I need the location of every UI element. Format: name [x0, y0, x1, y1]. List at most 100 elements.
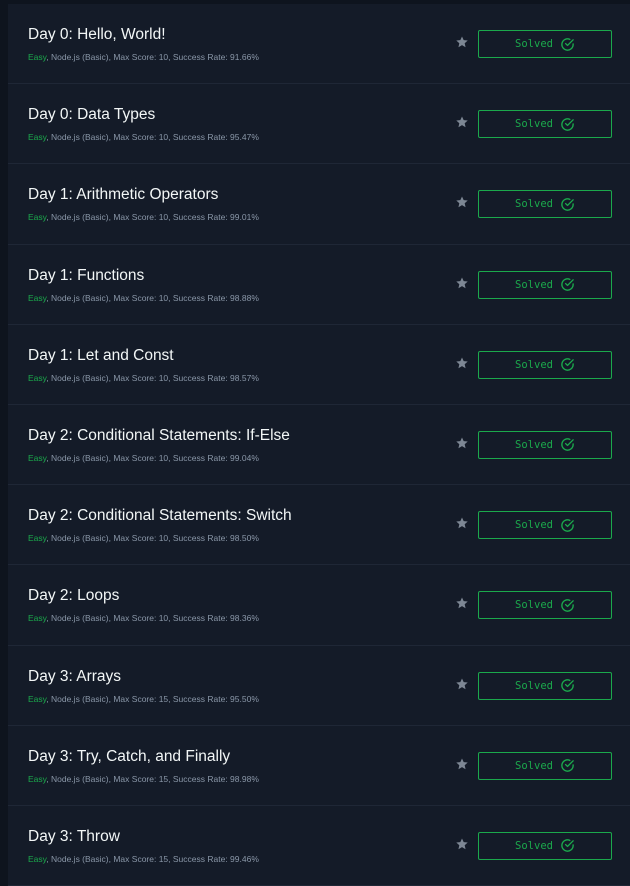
check-circle-icon	[561, 278, 574, 291]
challenge-title[interactable]: Day 1: Arithmetic Operators	[28, 186, 218, 204]
solved-button[interactable]: Solved	[478, 751, 612, 780]
challenge-title[interactable]: Day 3: Try, Catch, and Finally	[28, 748, 230, 766]
solved-button[interactable]: Solved	[478, 190, 612, 219]
challenge-list: Day 0: Hello, World! Easy, Node.js (Basi…	[8, 4, 630, 886]
solved-label: Solved	[515, 198, 553, 211]
challenge-row[interactable]: Day 3: Arrays Easy, Node.js (Basic), Max…	[8, 646, 630, 726]
challenge-meta: Easy, Node.js (Basic), Max Score: 10, Su…	[28, 453, 259, 463]
solved-button[interactable]: Solved	[478, 110, 612, 139]
star-icon[interactable]	[455, 356, 469, 370]
challenge-row[interactable]: Day 2: Loops Easy, Node.js (Basic), Max …	[8, 565, 630, 646]
difficulty-label: Easy	[28, 292, 47, 303]
challenge-row[interactable]: Day 2: Conditional Statements: Switch Ea…	[8, 485, 630, 566]
difficulty-label: Easy	[28, 853, 47, 864]
challenge-title[interactable]: Day 1: Functions	[28, 267, 144, 285]
challenge-row[interactable]: Day 1: Arithmetic Operators Easy, Node.j…	[8, 164, 630, 245]
challenge-details: , Node.js (Basic), Max Score: 15, Succes…	[46, 773, 259, 784]
solved-label: Solved	[515, 679, 553, 692]
challenge-title[interactable]: Day 3: Arrays	[28, 668, 121, 686]
star-icon[interactable]	[455, 436, 469, 450]
challenge-details: , Node.js (Basic), Max Score: 15, Succes…	[46, 853, 259, 864]
challenge-title[interactable]: Day 1: Let and Const	[28, 347, 174, 365]
star-icon[interactable]	[455, 677, 469, 691]
solved-label: Solved	[515, 599, 553, 612]
solved-label: Solved	[515, 38, 553, 50]
solved-label: Solved	[515, 118, 553, 131]
challenge-meta: Easy, Node.js (Basic), Max Score: 10, Su…	[28, 212, 259, 222]
challenge-details: , Node.js (Basic), Max Score: 10, Succes…	[46, 132, 259, 143]
challenge-row[interactable]: Day 1: Functions Easy, Node.js (Basic), …	[8, 245, 630, 325]
check-circle-icon	[561, 358, 574, 372]
challenge-row[interactable]: Day 3: Throw Easy, Node.js (Basic), Max …	[8, 806, 630, 886]
solved-button[interactable]: Solved	[478, 511, 612, 540]
star-icon[interactable]	[455, 195, 469, 209]
challenge-meta: Easy, Node.js (Basic), Max Score: 10, Su…	[28, 533, 259, 543]
challenge-title[interactable]: Day 3: Throw	[28, 828, 120, 846]
check-circle-icon	[561, 438, 574, 452]
check-circle-icon	[561, 37, 574, 51]
solved-button[interactable]: Solved	[478, 591, 612, 620]
challenge-meta: Easy, Node.js (Basic), Max Score: 15, Su…	[28, 854, 259, 864]
challenge-meta: Easy, Node.js (Basic), Max Score: 15, Su…	[28, 694, 259, 704]
challenge-details: , Node.js (Basic), Max Score: 10, Succes…	[46, 52, 259, 62]
challenge-title[interactable]: Day 0: Data Types	[28, 106, 155, 124]
star-icon[interactable]	[455, 757, 469, 771]
challenge-details: , Node.js (Basic), Max Score: 10, Succes…	[46, 212, 259, 223]
challenge-title[interactable]: Day 2: Conditional Statements: Switch	[28, 507, 292, 525]
challenge-details: , Node.js (Basic), Max Score: 15, Succes…	[46, 693, 259, 704]
solved-button[interactable]: Solved	[478, 270, 612, 299]
difficulty-label: Easy	[28, 452, 47, 463]
challenge-meta: Easy, Node.js (Basic), Max Score: 10, Su…	[28, 373, 259, 383]
solved-label: Solved	[515, 358, 553, 371]
solved-label: Solved	[515, 759, 553, 772]
solved-button[interactable]: Solved	[478, 30, 612, 58]
solved-label: Solved	[515, 438, 553, 451]
challenge-details: , Node.js (Basic), Max Score: 10, Succes…	[46, 533, 259, 544]
solved-label: Solved	[515, 519, 553, 532]
difficulty-label: Easy	[28, 52, 47, 62]
star-icon[interactable]	[455, 115, 469, 129]
check-circle-icon	[561, 117, 574, 131]
challenge-meta: Easy, Node.js (Basic), Max Score: 15, Su…	[28, 774, 259, 784]
challenge-meta: Easy, Node.js (Basic), Max Score: 10, Su…	[28, 293, 259, 303]
challenge-meta: Easy, Node.js (Basic), Max Score: 10, Su…	[28, 52, 259, 62]
challenge-details: , Node.js (Basic), Max Score: 10, Succes…	[46, 292, 259, 303]
challenge-row[interactable]: Day 0: Data Types Easy, Node.js (Basic),…	[8, 84, 630, 165]
solved-button[interactable]: Solved	[478, 430, 612, 459]
solved-button[interactable]: Solved	[478, 671, 612, 700]
challenge-title[interactable]: Day 2: Loops	[28, 587, 119, 605]
difficulty-label: Easy	[28, 613, 47, 624]
check-circle-icon	[561, 599, 574, 612]
star-icon[interactable]	[455, 516, 469, 530]
challenge-row[interactable]: Day 1: Let and Const Easy, Node.js (Basi…	[8, 325, 630, 405]
check-circle-icon	[561, 679, 574, 692]
check-circle-icon	[561, 759, 574, 772]
solved-button[interactable]: Solved	[478, 831, 612, 860]
difficulty-label: Easy	[28, 773, 47, 784]
challenge-title[interactable]: Day 2: Conditional Statements: If-Else	[28, 427, 290, 445]
check-circle-icon	[561, 518, 574, 532]
difficulty-label: Easy	[28, 693, 47, 704]
difficulty-label: Easy	[28, 132, 47, 143]
challenge-meta: Easy, Node.js (Basic), Max Score: 10, Su…	[28, 132, 259, 142]
solved-label: Solved	[515, 278, 553, 291]
star-icon[interactable]	[455, 35, 469, 49]
star-icon[interactable]	[455, 596, 469, 610]
star-icon[interactable]	[455, 837, 469, 851]
challenge-row[interactable]: Day 3: Try, Catch, and Finally Easy, Nod…	[8, 726, 630, 806]
challenge-details: , Node.js (Basic), Max Score: 10, Succes…	[46, 452, 259, 463]
challenge-title[interactable]: Day 0: Hello, World!	[28, 26, 166, 44]
challenge-details: , Node.js (Basic), Max Score: 10, Succes…	[46, 372, 259, 383]
star-icon[interactable]	[455, 276, 469, 290]
difficulty-label: Easy	[28, 212, 47, 223]
check-circle-icon	[561, 198, 574, 211]
challenge-row[interactable]: Day 0: Hello, World! Easy, Node.js (Basi…	[8, 4, 630, 85]
solved-button[interactable]: Solved	[478, 350, 612, 379]
challenge-row[interactable]: Day 2: Conditional Statements: If-Else E…	[8, 405, 630, 486]
difficulty-label: Easy	[28, 372, 47, 383]
challenge-details: , Node.js (Basic), Max Score: 10, Succes…	[46, 613, 259, 624]
challenge-meta: Easy, Node.js (Basic), Max Score: 10, Su…	[28, 613, 259, 623]
check-circle-icon	[561, 839, 574, 853]
difficulty-label: Easy	[28, 533, 47, 544]
solved-label: Solved	[515, 839, 553, 852]
